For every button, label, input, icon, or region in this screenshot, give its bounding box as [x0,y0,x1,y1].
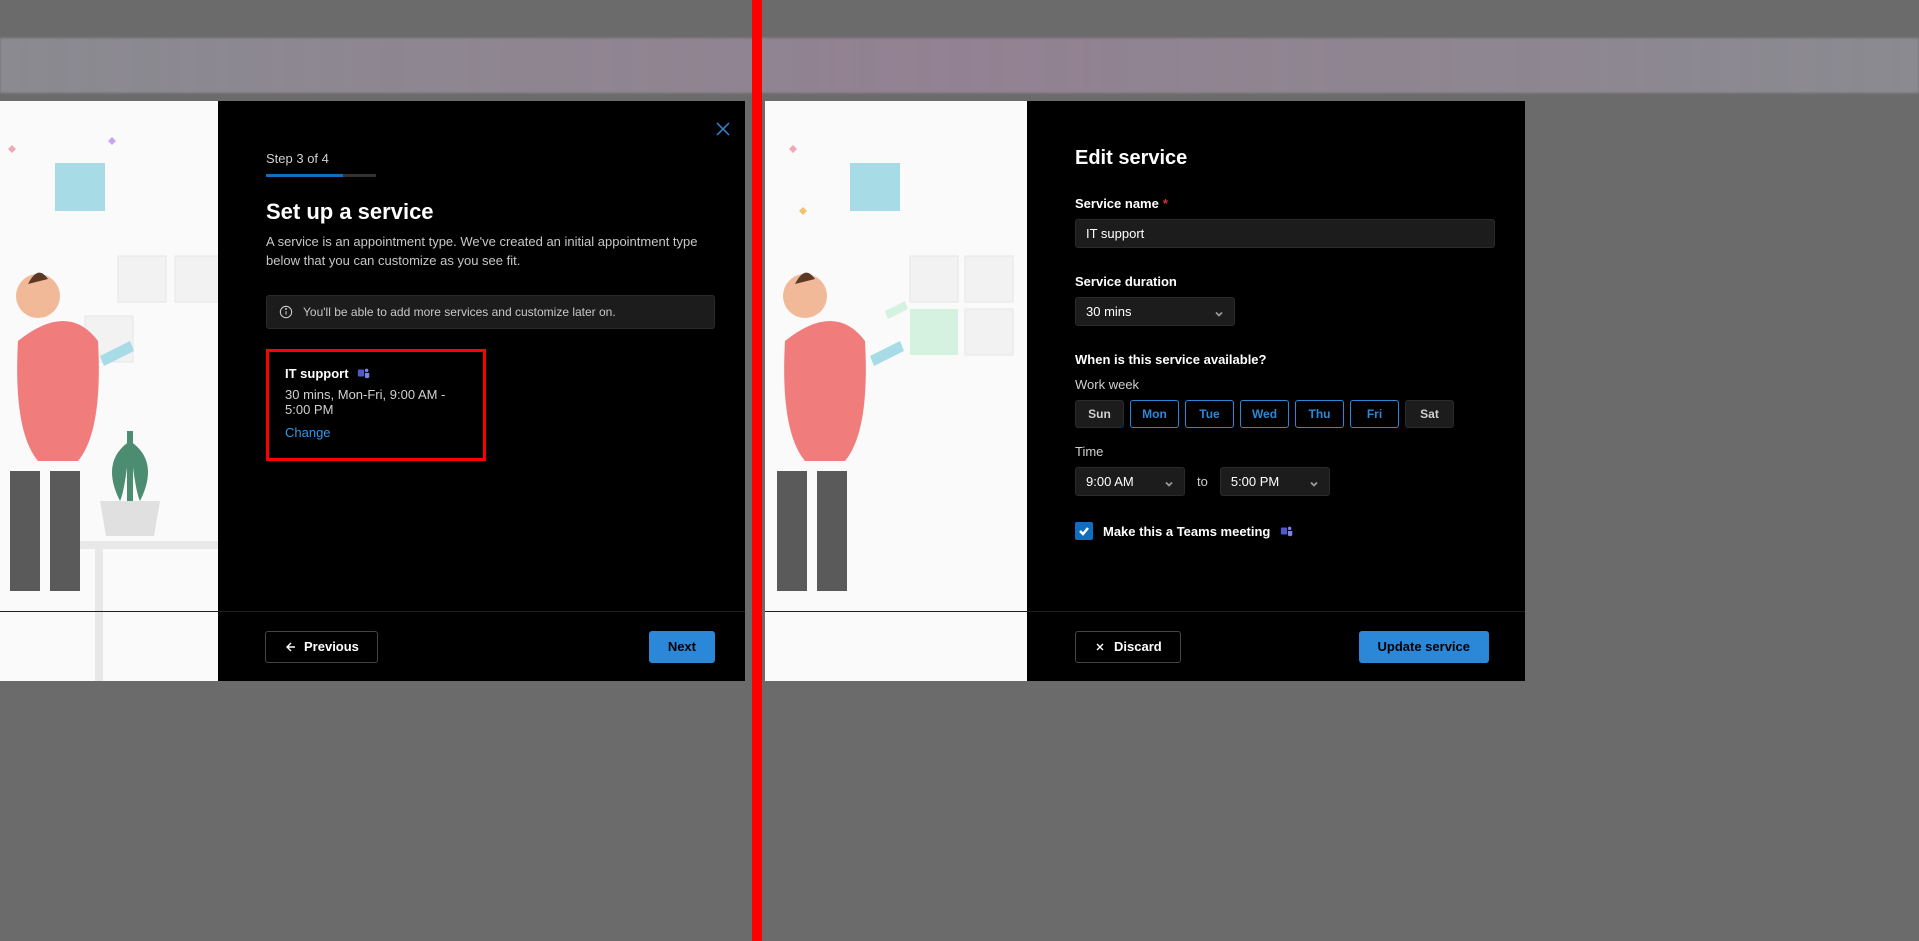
time-from-select[interactable]: 9:00 AM [1075,467,1185,496]
step-indicator: Step 3 of 4 [266,151,715,166]
time-from-value: 9:00 AM [1086,474,1134,489]
day-picker: SunMonTueWedThuFriSat [1075,400,1495,428]
chevron-down-icon [1164,477,1174,487]
service-meta: 30 mins, Mon-Fri, 9:00 AM - 5:00 PM [285,387,467,417]
page-title: Set up a service [266,199,715,225]
day-tue[interactable]: Tue [1185,400,1234,428]
day-sat[interactable]: Sat [1405,400,1454,428]
service-card: IT support 30 mins, Mon-Fri, 9:00 AM - 5… [266,349,486,461]
close-icon[interactable] [713,119,733,139]
day-thu[interactable]: Thu [1295,400,1344,428]
teams-meeting-checkbox[interactable] [1075,522,1093,540]
teams-meeting-label: Make this a Teams meeting [1103,524,1270,539]
discard-button[interactable]: Discard [1075,631,1181,663]
day-fri[interactable]: Fri [1350,400,1399,428]
comparison-divider [752,0,762,941]
info-icon [279,305,293,319]
next-label: Next [668,639,696,654]
setup-wizard-panel: Step 3 of 4 Set up a service A service i… [0,101,745,681]
edit-title: Edit service [1075,147,1495,170]
page-subtitle: A service is an appointment type. We've … [266,233,706,271]
duration-label: Service duration [1075,274,1495,289]
info-banner: You'll be able to add more services and … [266,295,715,329]
to-label: to [1197,474,1208,489]
edit-footer: Discard Update service [765,611,1525,681]
chevron-down-icon [1214,307,1224,317]
illustration-left [0,101,218,681]
day-mon[interactable]: Mon [1130,400,1179,428]
discard-label: Discard [1114,639,1162,654]
info-text: You'll be able to add more services and … [303,305,616,319]
service-name-label: Service name* [1075,196,1495,211]
previous-label: Previous [304,639,359,654]
service-name: IT support [285,366,349,381]
arrow-left-icon [284,641,296,653]
time-to-value: 5:00 PM [1231,474,1279,489]
duration-select[interactable]: 30 mins [1075,297,1235,326]
time-to-select[interactable]: 5:00 PM [1220,467,1330,496]
teams-icon [1280,524,1294,538]
availability-label: When is this service available? [1075,352,1495,367]
time-label: Time [1075,444,1495,459]
day-sun[interactable]: Sun [1075,400,1124,428]
illustration-right [765,101,1027,681]
service-name-input[interactable] [1075,219,1495,248]
workweek-label: Work week [1075,377,1495,392]
wizard-footer: Previous Next [0,611,745,681]
change-link[interactable]: Change [285,425,331,440]
teams-icon [357,366,371,380]
edit-service-panel: Edit service Service name* Service durat… [765,101,1525,681]
duration-value: 30 mins [1086,304,1132,319]
previous-button[interactable]: Previous [265,631,378,663]
close-icon [1094,641,1106,653]
day-wed[interactable]: Wed [1240,400,1289,428]
update-label: Update service [1378,639,1471,654]
update-service-button[interactable]: Update service [1359,631,1490,663]
next-button[interactable]: Next [649,631,715,663]
progress-bar [266,174,376,177]
chevron-down-icon [1309,477,1319,487]
